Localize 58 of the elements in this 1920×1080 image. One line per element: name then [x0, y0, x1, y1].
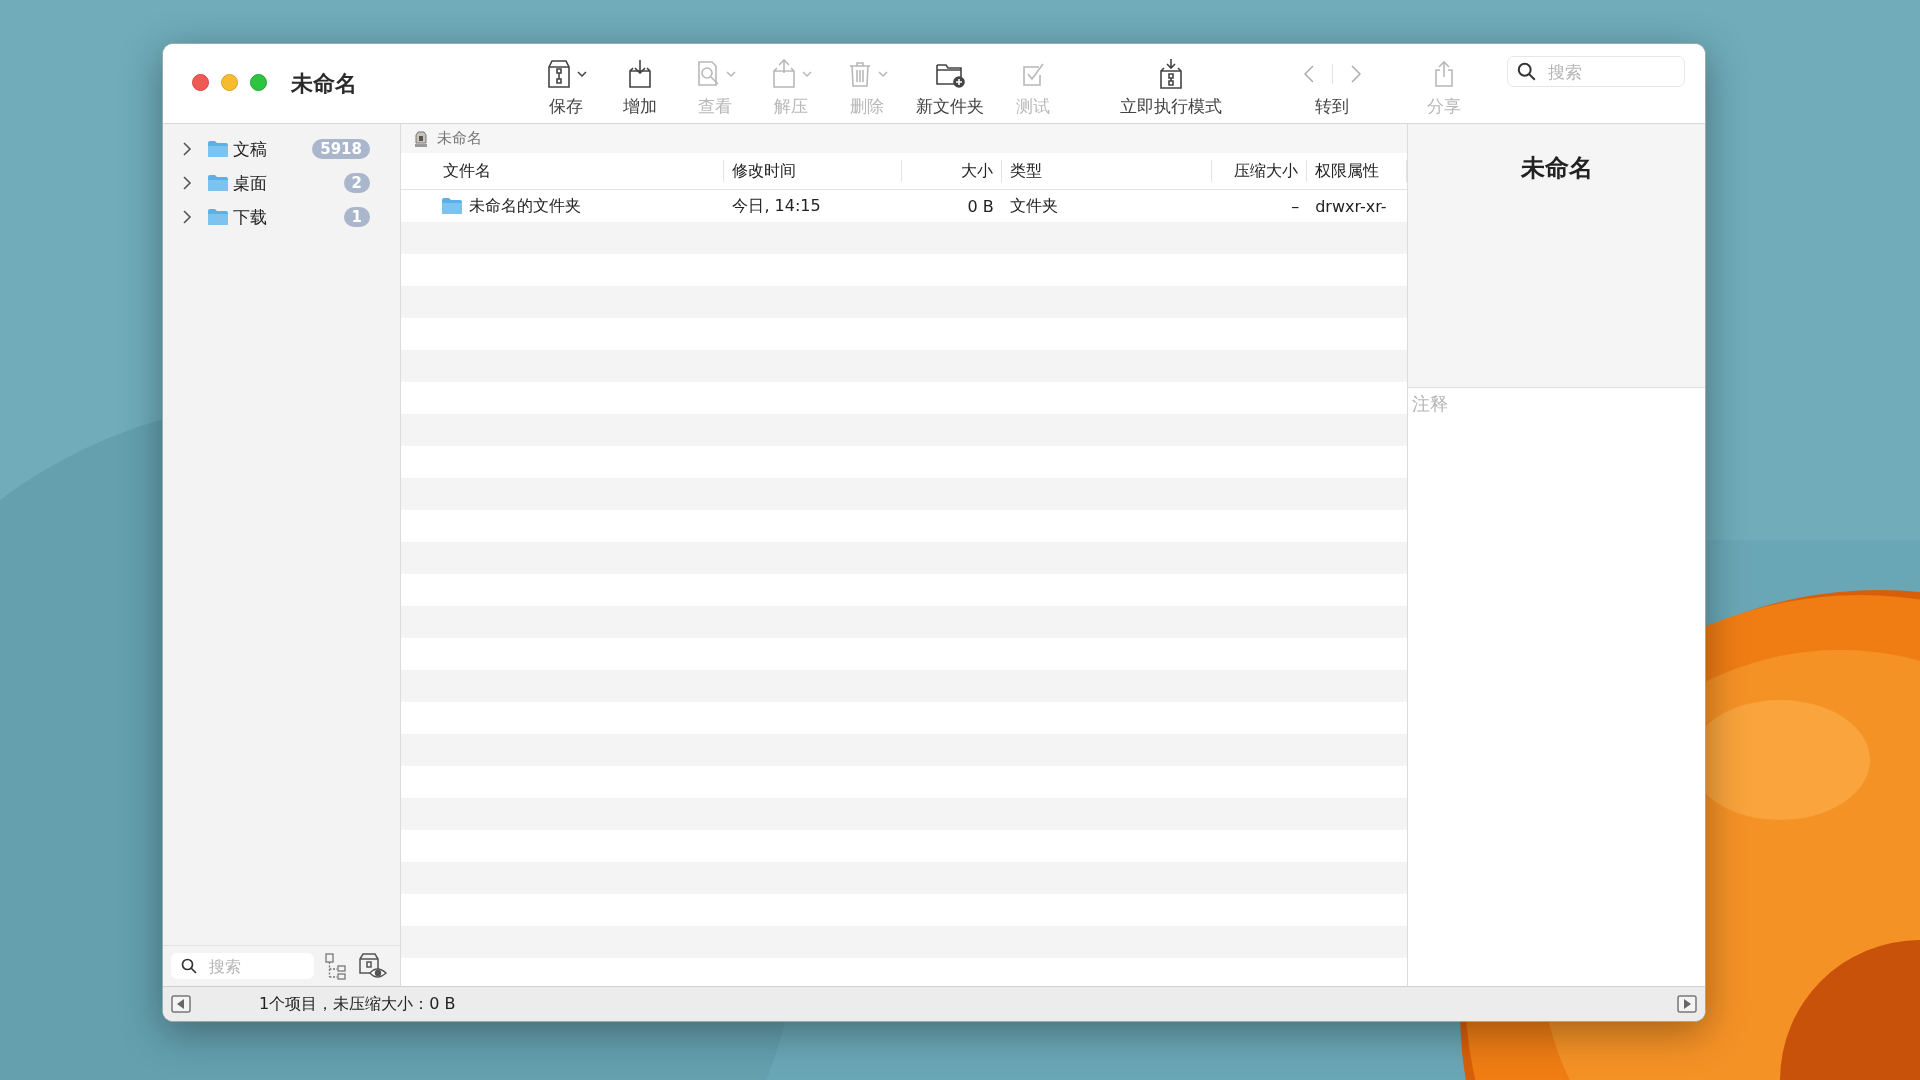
- column-header[interactable]: 大小: [902, 160, 1002, 182]
- sidebar-item[interactable]: 桌面 2: [163, 166, 400, 200]
- preview-button[interactable]: [358, 951, 388, 981]
- search-field[interactable]: 搜索: [1507, 56, 1685, 87]
- toolbar-label: 转到: [1315, 95, 1349, 118]
- table-cell: 0 B: [967, 196, 994, 216]
- folder-icon: [207, 174, 229, 192]
- search-field[interactable]: 搜索: [171, 953, 314, 979]
- count-badge: 5918: [312, 139, 370, 159]
- count-badge: 2: [343, 173, 370, 193]
- tree-icon: [324, 952, 348, 980]
- column-header[interactable]: 类型: [1001, 160, 1213, 182]
- archive-icon: [413, 129, 429, 148]
- box-up-arrow-icon: [770, 59, 797, 89]
- collapse-sidebar-button[interactable]: [171, 995, 191, 1013]
- chevron-icon: [183, 210, 192, 224]
- search-icon: [1517, 62, 1536, 81]
- toolbar-button[interactable]: 保存: [529, 58, 603, 118]
- column-header[interactable]: 权限属性: [1307, 160, 1407, 182]
- column-header[interactable]: 修改时间: [724, 160, 903, 182]
- chevron-right-icon: [1350, 65, 1361, 83]
- toolbar-button[interactable]: 新文件夹: [905, 58, 995, 118]
- tree-view-button[interactable]: [324, 952, 348, 980]
- box-down-arrow-zipper-icon: [1158, 58, 1184, 90]
- table-cell: 文件夹: [1009, 195, 1058, 217]
- sidebar-label: 下载: [233, 205, 268, 229]
- toolbar-button[interactable]: 立即执行模式: [1083, 58, 1259, 118]
- table-row[interactable]: 未命名的文件夹 今日, 14:15 0 B 文件夹 – drwxr-xr-: [401, 190, 1407, 222]
- table-cell: 未命名的文件夹: [469, 195, 581, 217]
- close-button[interactable]: [192, 74, 209, 91]
- count-badge: 1: [343, 207, 370, 227]
- box-eye-icon: [358, 951, 388, 981]
- column-header[interactable]: 压缩大小: [1212, 160, 1308, 182]
- table-cell: –: [1291, 196, 1300, 216]
- share-icon: [1433, 60, 1455, 88]
- archive-title: 未命名: [1520, 153, 1593, 184]
- folder-icon: [207, 208, 229, 226]
- table-cell: drwxr-xr-: [1315, 196, 1387, 216]
- chevron-left-icon: [1303, 65, 1314, 83]
- folder-icon: [207, 140, 229, 158]
- box-zipper-icon: [545, 59, 572, 89]
- sidebar-label: 桌面: [233, 171, 268, 195]
- box-down-arrow-icon: [627, 59, 653, 89]
- window-title: 未命名: [291, 70, 357, 98]
- collapse-inspector-button[interactable]: [1677, 995, 1697, 1013]
- sidebar-label: 文稿: [233, 137, 268, 161]
- zoom-button[interactable]: [250, 74, 267, 91]
- column-header[interactable]: 文件名: [401, 160, 725, 182]
- folder-icon: [441, 197, 463, 215]
- search-icon: [181, 958, 197, 974]
- sidebar-item[interactable]: 下载 1: [163, 200, 400, 234]
- path-label: 未命名: [437, 129, 482, 148]
- chevron-icon: [183, 176, 192, 190]
- chevron-icon: [183, 142, 192, 156]
- toolbar-button[interactable]: 增加: [603, 58, 677, 118]
- table-cell: 今日, 14:15: [732, 195, 821, 217]
- sidebar-item[interactable]: 文稿 5918: [163, 132, 400, 166]
- status-text: 1个项目，未压缩大小：0 B: [259, 993, 457, 1015]
